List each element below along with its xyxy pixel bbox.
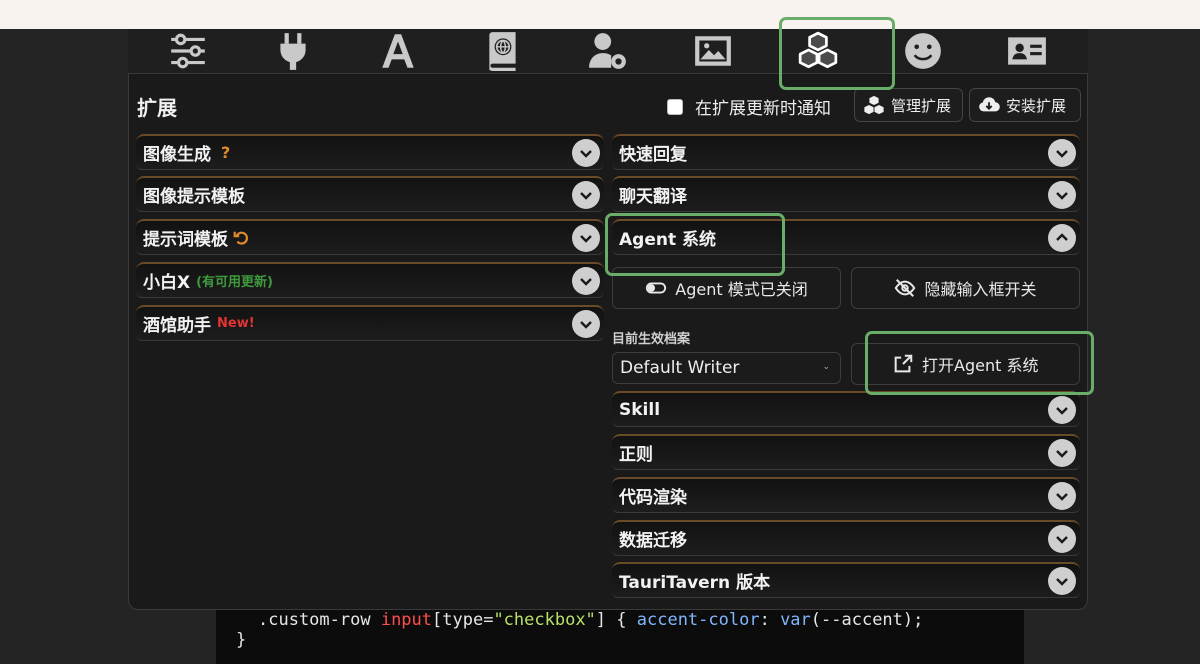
hide-input-toggle-button[interactable]: 隐藏输入框开关: [851, 267, 1080, 309]
font-icon[interactable]: [370, 29, 426, 73]
drawer-quick-reply[interactable]: 快速回复: [612, 134, 1080, 170]
code-snippet: .custom-row input[type="checkbox"] { acc…: [216, 610, 1024, 664]
code-token: :: [759, 610, 781, 630]
drawer-skill[interactable]: Skill: [612, 391, 1080, 427]
select-caret-icon: ⌄: [822, 362, 830, 372]
drawer-label: 小白X: [143, 273, 191, 293]
drawer-label: 数据迁移: [619, 531, 687, 551]
drawer-image-generation[interactable]: 图像生成 ?: [136, 134, 604, 170]
install-extension-button[interactable]: 安装扩展: [969, 88, 1081, 122]
chevron-down-icon[interactable]: [1048, 482, 1076, 510]
cubes-icon[interactable]: [790, 29, 846, 73]
drawer-label: 提示词模板: [143, 230, 228, 250]
plug-icon[interactable]: [265, 29, 321, 73]
code-token: .custom-row: [258, 610, 381, 630]
reload-icon[interactable]: [232, 229, 250, 247]
update-available-badge: (有可用更新): [196, 275, 273, 290]
chevron-down-icon[interactable]: [1048, 139, 1076, 167]
drawer-label: 图像生成: [143, 145, 211, 165]
drawer-label: 代码渲染: [619, 488, 687, 508]
help-badge[interactable]: ?: [221, 143, 230, 162]
agent-mode-label: Agent 模式已关闭: [675, 280, 808, 299]
chevron-up-icon[interactable]: [1048, 224, 1076, 252]
profile-label: 目前生效档案: [612, 332, 691, 347]
drawer-tavern-helper[interactable]: 酒馆助手 New!: [136, 305, 604, 341]
drawer-data-migration[interactable]: 数据迁移: [612, 520, 1080, 556]
image-icon[interactable]: [685, 29, 741, 73]
drawer-label: 正则: [619, 445, 653, 465]
drawer-label: 聊天翻译: [619, 187, 687, 207]
code-token: input: [380, 610, 433, 630]
drawer-code-render[interactable]: 代码渲染: [612, 477, 1080, 513]
code-token: var: [780, 610, 811, 630]
drawer-label: 酒馆助手: [143, 316, 211, 336]
open-agent-label: 打开Agent 系统: [922, 356, 1039, 375]
code-token: (--accent);: [810, 610, 924, 630]
drawer-label: 图像提示模板: [143, 187, 245, 207]
top-toolbar: [128, 29, 1088, 73]
extensions-panel: 扩展 在扩展更新时通知 管理扩展 安装扩展 图像生成 ? 图像提示模板 提示词模…: [128, 73, 1088, 610]
notify-updates-toggle[interactable]: 在扩展更新时通知: [667, 94, 831, 119]
drawer-label: Agent 系统: [619, 230, 717, 250]
code-token: ] {: [595, 610, 637, 630]
drawer-chat-translation[interactable]: 聊天翻译: [612, 176, 1080, 212]
code-token: accent-color: [636, 610, 760, 630]
new-badge: New!: [217, 316, 255, 331]
code-token: [type=: [432, 610, 494, 630]
agent-mode-toggle-button[interactable]: Agent 模式已关闭: [612, 267, 841, 309]
id-card-icon[interactable]: [999, 29, 1055, 73]
chevron-down-icon[interactable]: [572, 310, 600, 338]
chevron-down-icon[interactable]: [572, 224, 600, 252]
notify-checkbox[interactable]: [667, 98, 683, 115]
chevron-down-icon[interactable]: [572, 181, 600, 209]
drawer-label: TauriTavern 版本: [619, 573, 771, 593]
profile-value: Default Writer: [620, 358, 740, 378]
chevron-down-icon[interactable]: [1048, 567, 1076, 595]
chevron-down-icon[interactable]: [1048, 525, 1076, 553]
code-line: }: [236, 630, 247, 650]
manage-label: 管理扩展: [891, 96, 952, 115]
toggle-off-icon: [646, 282, 667, 294]
drawer-xiaobai-x[interactable]: 小白X (有可用更新): [136, 262, 604, 298]
cloud-download-icon: [979, 97, 1000, 112]
profile-select[interactable]: Default Writer ⌄: [612, 352, 841, 384]
drawer-label: Skill: [619, 399, 661, 420]
chevron-down-icon[interactable]: [572, 139, 600, 167]
drawer-tauritavern-version[interactable]: TauriTavern 版本: [612, 562, 1080, 598]
install-label: 安装扩展: [1006, 96, 1067, 115]
top-strip: [0, 0, 1200, 29]
chevron-down-icon[interactable]: [1048, 396, 1076, 424]
eye-slash-icon: [895, 279, 916, 297]
cubes-small-icon: [864, 95, 884, 115]
drawer-agent-system[interactable]: Agent 系统: [612, 219, 1080, 255]
smiley-icon[interactable]: [895, 29, 951, 73]
sliders-icon[interactable]: [160, 29, 216, 73]
chevron-down-icon[interactable]: [1048, 181, 1076, 209]
code-token: "checkbox": [493, 610, 596, 630]
open-agent-system-button[interactable]: 打开Agent 系统: [851, 343, 1080, 385]
code-line: .custom-row input[type="checkbox"] { acc…: [258, 610, 923, 630]
drawer-prompt-template[interactable]: 提示词模板: [136, 219, 604, 255]
notify-label: 在扩展更新时通知: [695, 99, 831, 119]
external-link-icon: [894, 354, 913, 373]
manage-extensions-button[interactable]: 管理扩展: [854, 88, 963, 122]
chevron-down-icon[interactable]: [1048, 439, 1076, 467]
page-title: 扩展: [137, 96, 177, 120]
drawer-regex[interactable]: 正则: [612, 434, 1080, 470]
chevron-down-icon[interactable]: [572, 267, 600, 295]
book-globe-icon[interactable]: [475, 29, 531, 73]
user-gear-icon[interactable]: [580, 29, 636, 73]
drawer-label: 快速回复: [619, 145, 687, 165]
drawer-image-prompt-template[interactable]: 图像提示模板: [136, 176, 604, 212]
hide-input-label: 隐藏输入框开关: [924, 280, 1037, 299]
